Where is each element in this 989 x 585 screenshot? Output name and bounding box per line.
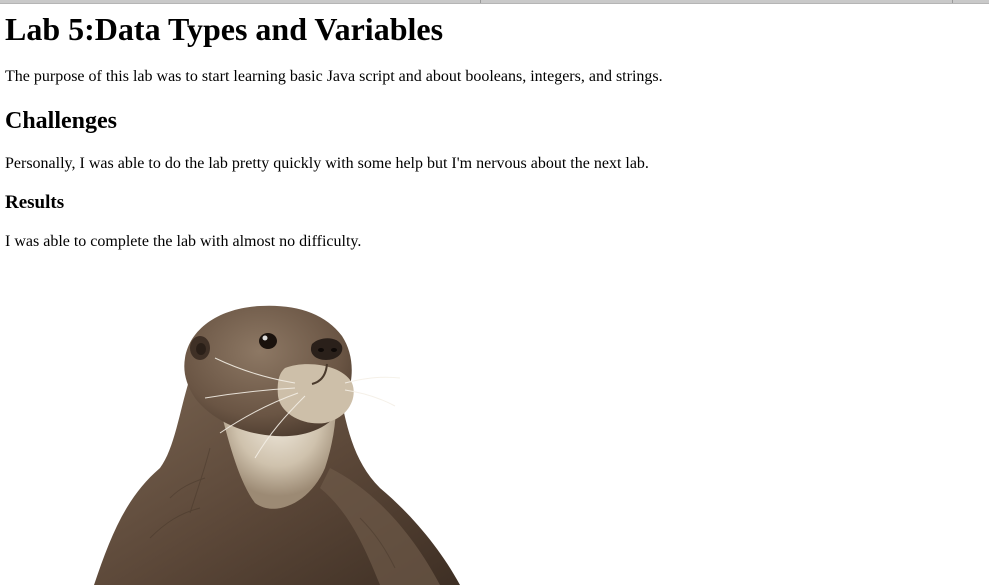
results-paragraph: I was able to complete the lab with almo…: [5, 233, 362, 250]
page-title: Lab 5:Data Types and Variables: [5, 11, 444, 47]
otter-image: [94, 305, 460, 585]
results-heading: Results: [5, 192, 65, 213]
browser-top-edge: [0, 0, 989, 4]
purpose-paragraph: The purpose of this lab was to start lea…: [5, 68, 663, 85]
browser-tab-divider: [952, 0, 953, 3]
challenges-paragraph: Personally, I was able to do the lab pre…: [5, 155, 649, 172]
browser-tab-divider: [480, 0, 481, 3]
challenges-heading: Challenges: [5, 108, 118, 134]
